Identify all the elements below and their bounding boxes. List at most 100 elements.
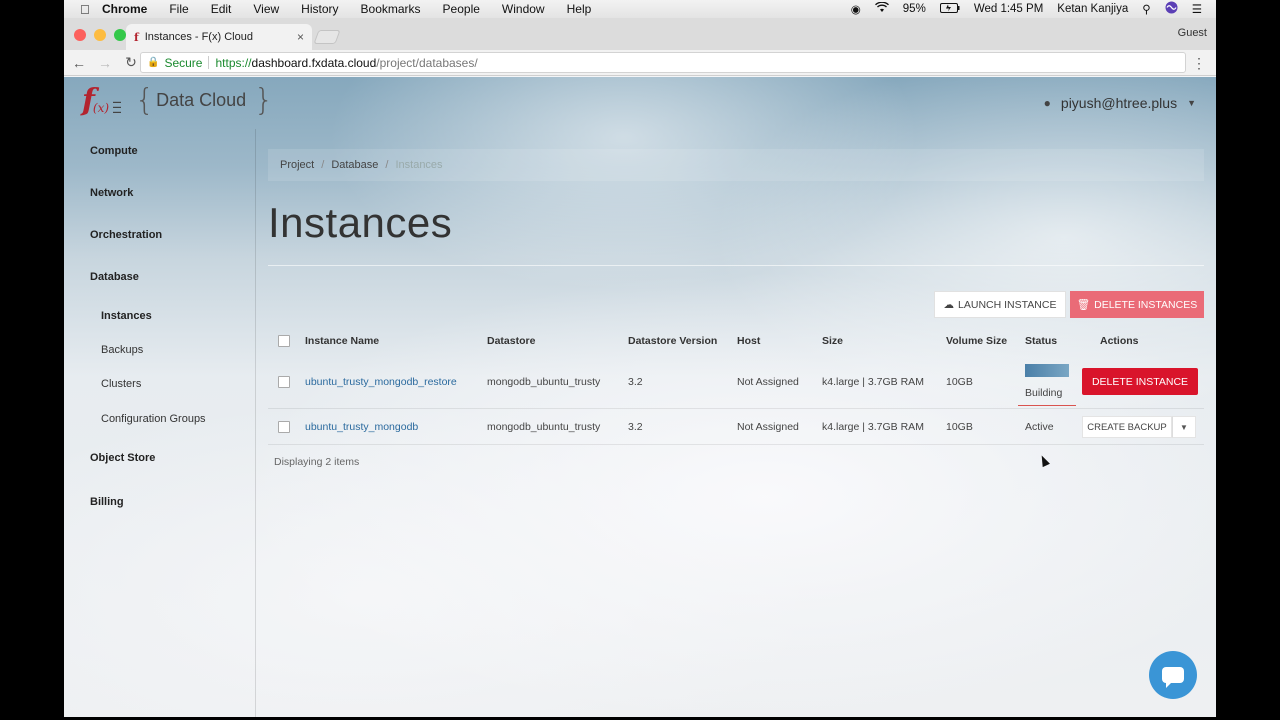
- cloud-upload-icon: ☁: [943, 298, 955, 311]
- chat-widget-button[interactable]: [1149, 651, 1197, 699]
- delete-instances-label: DELETE INSTANCES: [1094, 298, 1198, 311]
- column-header[interactable]: Instance Name: [305, 335, 379, 347]
- breadcrumb-current: Instances: [395, 159, 443, 171]
- column-header[interactable]: Datastore Version: [628, 335, 717, 347]
- sidebar-item-object-store[interactable]: Object Store: [90, 452, 155, 464]
- close-tab-icon[interactable]: ×: [297, 30, 304, 44]
- mac-user-name[interactable]: Ketan Kanjiya: [1057, 3, 1128, 15]
- version-cell: 3.2: [628, 376, 643, 388]
- menu-bookmarks[interactable]: Bookmarks: [361, 2, 421, 16]
- sidebar-item-orchestration[interactable]: Orchestration: [90, 229, 162, 241]
- status-underline: [1018, 405, 1076, 406]
- forward-icon[interactable]: →: [94, 55, 116, 71]
- instance-name-link[interactable]: ubuntu_trusty_mongodb_restore: [305, 376, 457, 388]
- clock[interactable]: Wed 1:45 PM: [974, 3, 1043, 15]
- divider: [268, 265, 1204, 266]
- web-page: f (x) ▬▬ ▬▬ ▬▬ { Data Cloud } ● piyush@h…: [64, 77, 1216, 717]
- tab-title: Instances - F(x) Cloud: [144, 31, 253, 43]
- mac-menubar:  Chrome File Edit View History Bookmark…: [64, 0, 1216, 18]
- browser-tab[interactable]: f Instances - F(x) Cloud ×: [126, 24, 312, 50]
- trash-icon: 🗑: [1076, 299, 1091, 311]
- new-tab-button[interactable]: [313, 30, 341, 44]
- lock-icon: 🔒: [147, 57, 160, 68]
- window-controls: [74, 29, 126, 41]
- delete-instance-button[interactable]: DELETE INSTANCE: [1082, 368, 1198, 395]
- row-checkbox[interactable]: [278, 421, 290, 433]
- version-cell: 3.2: [628, 421, 643, 433]
- datastore-cell: mongodb_ubuntu_trusty: [487, 376, 601, 388]
- status-cell: Building: [1025, 387, 1063, 399]
- sidebar-item-billing[interactable]: Billing: [90, 496, 124, 508]
- left-brace-icon: {: [135, 83, 155, 118]
- table-row: ubuntu_trusty_mongodb mongodb_ubuntu_tru…: [268, 409, 1204, 445]
- menu-app-name[interactable]: Chrome: [102, 2, 147, 16]
- menu-window[interactable]: Window: [502, 2, 545, 16]
- table-header: Instance Name Datastore Datastore Versio…: [268, 327, 1204, 355]
- menu-help[interactable]: Help: [567, 2, 592, 16]
- apple-icon[interactable]: : [80, 2, 98, 17]
- row-checkbox[interactable]: [278, 376, 290, 388]
- sidebar-item-network[interactable]: Network: [90, 187, 133, 199]
- launch-instance-label: LAUNCH INSTANCE: [958, 298, 1057, 311]
- create-backup-button[interactable]: CREATE BACKUP: [1082, 416, 1172, 438]
- menu-edit[interactable]: Edit: [211, 2, 232, 16]
- user-icon: ●: [1043, 96, 1051, 110]
- browser-toolbar: ← → ↻ 🔒 Secure https://dashboard.fxdata.…: [64, 50, 1216, 76]
- battery-icon[interactable]: [939, 2, 960, 16]
- sidebar-item-compute[interactable]: Compute: [90, 145, 138, 157]
- record-icon[interactable]: ◉: [851, 2, 861, 16]
- mouse-cursor-icon: [1038, 453, 1050, 468]
- instance-name-link[interactable]: ubuntu_trusty_mongodb: [305, 421, 418, 433]
- menu-view[interactable]: View: [253, 2, 279, 16]
- siri-icon[interactable]: [1165, 1, 1178, 17]
- delete-instances-button[interactable]: 🗑 DELETE INSTANCES: [1070, 291, 1204, 318]
- guest-profile[interactable]: Guest: [1178, 27, 1207, 39]
- volume-cell: 10GB: [946, 376, 973, 388]
- user-menu[interactable]: ● piyush@htree.plus ▼: [1044, 95, 1196, 111]
- datastore-cell: mongodb_ubuntu_trusty: [487, 421, 601, 433]
- sidebar-item-instances[interactable]: Instances: [101, 310, 152, 322]
- column-header[interactable]: Datastore: [487, 335, 535, 347]
- host-cell: Not Assigned: [737, 376, 799, 388]
- column-header[interactable]: Volume Size: [946, 335, 1007, 347]
- breadcrumb: Project / Database / Instances: [268, 149, 1204, 181]
- close-window-button[interactable]: [74, 29, 86, 41]
- browser-menu-icon[interactable]: ⋮: [1192, 55, 1206, 72]
- menu-file[interactable]: File: [169, 2, 188, 16]
- address-bar[interactable]: 🔒 Secure https://dashboard.fxdata.cloud /…: [140, 52, 1186, 73]
- reload-icon[interactable]: ↻: [120, 54, 142, 71]
- menu-history[interactable]: History: [301, 2, 338, 16]
- user-email: piyush@htree.plus: [1060, 95, 1178, 111]
- brand-logo[interactable]: f (x) ▬▬ ▬▬ ▬▬ { Data Cloud }: [82, 83, 273, 118]
- sidebar-item-database[interactable]: Database: [90, 271, 139, 283]
- sidebar-item-clusters[interactable]: Clusters: [101, 378, 141, 390]
- row-actions-dropdown[interactable]: ▼: [1172, 416, 1196, 438]
- column-header[interactable]: Status: [1025, 335, 1057, 347]
- url-host: dashboard.fxdata.cloud: [251, 55, 377, 70]
- divider: [208, 56, 210, 69]
- breadcrumb-project[interactable]: Project: [280, 159, 314, 171]
- launch-instance-button[interactable]: ☁ LAUNCH INSTANCE: [934, 291, 1066, 318]
- sidebar: Compute Network Orchestration Database I…: [64, 129, 256, 717]
- favicon-icon: f: [134, 30, 139, 44]
- column-header[interactable]: Host: [737, 335, 760, 347]
- menu-people[interactable]: People: [443, 2, 480, 16]
- caret-down-icon: ▼: [1180, 422, 1188, 432]
- tab-strip: f Instances - F(x) Cloud × Guest: [64, 18, 1216, 50]
- select-all-checkbox[interactable]: [278, 335, 290, 347]
- notification-center-icon[interactable]: ☰: [1192, 2, 1202, 16]
- zoom-window-button[interactable]: [114, 29, 126, 41]
- logo-tagline-graphic: ▬▬ ▬▬ ▬▬: [113, 99, 122, 114]
- column-header[interactable]: Size: [822, 335, 843, 347]
- sidebar-item-backups[interactable]: Backups: [101, 344, 143, 356]
- breadcrumb-database[interactable]: Database: [331, 159, 378, 171]
- url-scheme: https://: [215, 55, 252, 70]
- right-brace-icon: }: [254, 83, 274, 118]
- back-icon[interactable]: ←: [68, 55, 90, 71]
- wifi-icon[interactable]: [874, 1, 889, 16]
- screen:  Chrome File Edit View History Bookmark…: [64, 0, 1216, 717]
- sidebar-item-configuration-groups[interactable]: Configuration Groups: [101, 413, 206, 425]
- brand-name: Data Cloud: [156, 90, 247, 110]
- minimize-window-button[interactable]: [94, 29, 106, 41]
- spotlight-search-icon[interactable]: ⚲: [1142, 2, 1150, 16]
